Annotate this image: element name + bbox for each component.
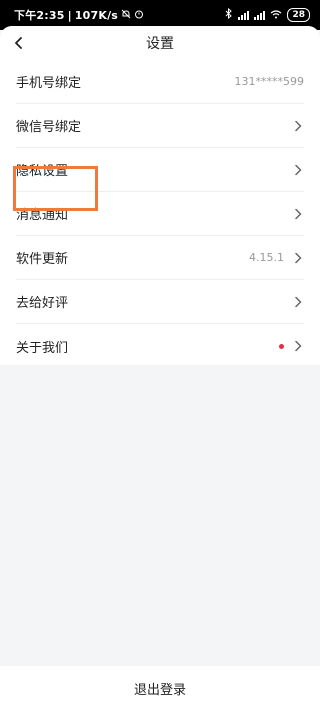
version-value: 4.15.1 [249,251,284,264]
settings-list: 手机号绑定 131*****599 微信号绑定 隐私设置 消息通知 软件更新 4… [0,60,320,368]
row-label: 软件更新 [16,252,69,267]
chevron-right-icon [295,120,302,131]
top-bar: 设置 [0,26,320,60]
row-label: 微信号绑定 [16,120,82,135]
row-label: 去给好评 [16,296,69,311]
row-label: 手机号绑定 [16,76,82,91]
settings-row-update[interactable]: 软件更新 4.15.1 [16,236,304,280]
settings-row-about[interactable]: 关于我们 [16,324,304,368]
highlight-box [13,166,98,211]
status-time: 下午2:35 [14,9,65,22]
bluetooth-icon [225,7,233,22]
status-network-speed: 107K/s [74,8,119,22]
page-title: 设置 [146,36,174,52]
chevron-right-icon [295,164,302,175]
settings-row-wechat[interactable]: 微信号绑定 [16,104,304,148]
chevron-right-icon [295,340,302,352]
signal-icon-2 [254,10,266,20]
battery-icon: 28 [287,8,310,22]
settings-row-rate[interactable]: 去给好评 [16,280,304,324]
notification-dot [279,343,284,349]
mute-icon [121,9,131,22]
wifi-icon [270,9,282,22]
chevron-right-icon [295,296,302,307]
alarm-icon [134,9,144,22]
chevron-right-icon [295,208,302,219]
phone-number-value: 131*****599 [234,75,305,88]
status-divider: | [67,8,72,22]
back-button[interactable] [8,32,30,54]
settings-sheet: 设置 手机号绑定 131*****599 微信号绑定 隐私设置 消息通知 软件更… [0,26,320,711]
row-label: 关于我们 [16,340,69,356]
settings-row-phone[interactable]: 手机号绑定 131*****599 [16,60,304,104]
chevron-left-icon [15,37,22,49]
signal-icon [238,10,250,20]
chevron-right-icon [295,252,302,263]
logout-button[interactable]: 退出登录 [0,666,320,711]
